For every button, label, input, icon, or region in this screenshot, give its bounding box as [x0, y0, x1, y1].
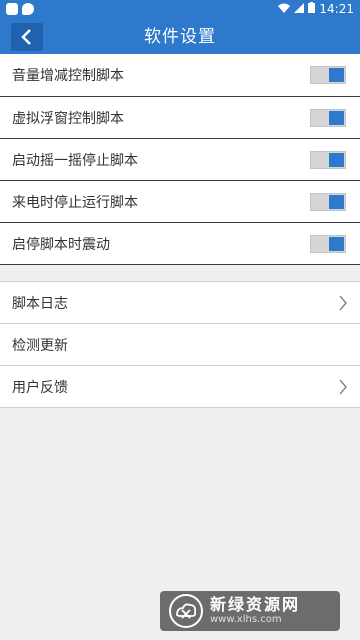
setting-row-floating-window[interactable]: 虚拟浮窗控制脚本 — [0, 97, 360, 139]
message-notification-icon — [22, 2, 34, 15]
toggle-knob — [329, 195, 344, 209]
setting-row-check-update[interactable]: 检测更新 — [0, 324, 360, 366]
toggle-knob — [329, 153, 344, 167]
wifi-icon — [278, 2, 291, 16]
setting-label: 启动摇一摇停止脚本 — [12, 152, 138, 169]
page-title: 软件设置 — [144, 27, 216, 47]
setting-label: 用户反馈 — [12, 379, 68, 396]
status-time: 14:21 — [319, 1, 354, 16]
call-stop-toggle[interactable] — [310, 193, 346, 211]
cloud-logo-icon — [169, 594, 203, 628]
setting-label: 来电时停止运行脚本 — [12, 194, 138, 211]
toggle-knob — [329, 237, 344, 251]
setting-label: 启停脚本时震动 — [12, 236, 110, 253]
setting-row-script-log[interactable]: 脚本日志 — [0, 282, 360, 324]
setting-label: 音量增减控制脚本 — [12, 68, 124, 84]
link-settings-list: 脚本日志 检测更新 用户反馈 — [0, 281, 360, 408]
vibrate-toggle[interactable] — [310, 235, 346, 253]
status-bar: 14:21 — [0, 0, 360, 17]
setting-row-call-stop[interactable]: 来电时停止运行脚本 — [0, 181, 360, 223]
app-notification-icon — [6, 2, 18, 15]
shake-stop-toggle[interactable] — [310, 151, 346, 169]
setting-label: 检测更新 — [12, 337, 68, 354]
setting-label: 脚本日志 — [12, 295, 68, 312]
toggle-knob — [329, 111, 344, 125]
signal-icon — [294, 2, 305, 16]
toggle-settings-list: 音量增减控制脚本 虚拟浮窗控制脚本 启动摇一摇停止脚本 来电时停止运行脚本 启停… — [0, 54, 360, 265]
toggle-knob — [329, 68, 344, 82]
watermark-badge: 新绿资源网 www.xlhs.com — [160, 591, 340, 631]
setting-row-feedback[interactable]: 用户反馈 — [0, 366, 360, 408]
setting-label: 虚拟浮窗控制脚本 — [12, 110, 124, 127]
setting-row-vibrate[interactable]: 启停脚本时震动 — [0, 223, 360, 265]
chevron-right-icon — [339, 295, 347, 311]
chevron-right-icon — [339, 379, 347, 395]
volume-control-toggle[interactable] — [310, 66, 346, 84]
watermark-title: 新绿资源网 — [210, 595, 301, 614]
title-bar: 软件设置 — [0, 17, 360, 57]
watermark-url: www.xlhs.com — [210, 614, 282, 625]
setting-row-shake-stop[interactable]: 启动摇一摇停止脚本 — [0, 139, 360, 181]
setting-row-volume-control[interactable]: 音量增减控制脚本 — [0, 54, 360, 97]
battery-icon — [308, 1, 316, 16]
floating-window-toggle[interactable] — [310, 109, 346, 127]
